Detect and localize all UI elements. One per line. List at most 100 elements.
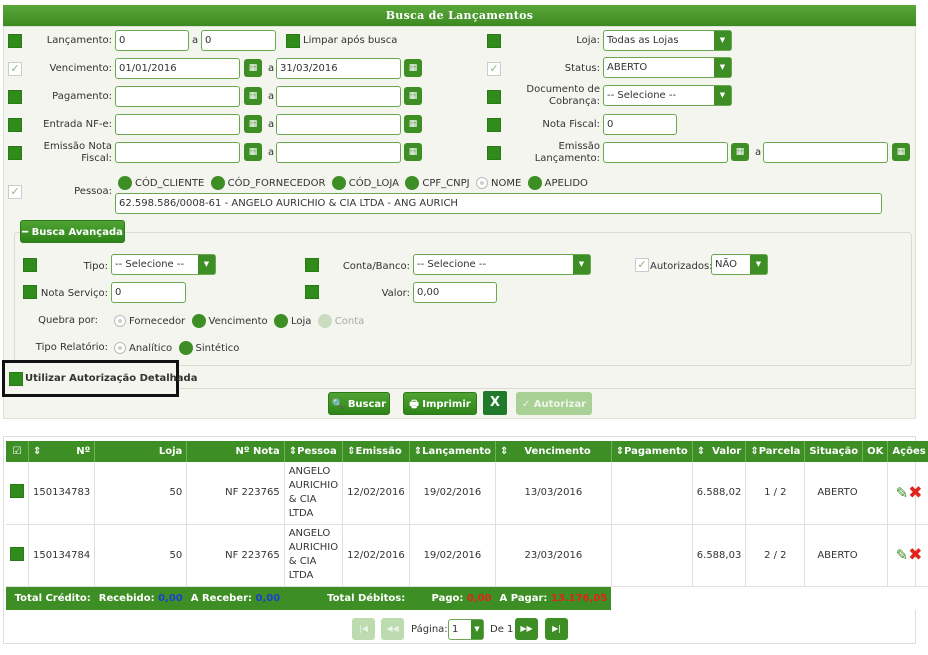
autorizacao-checkbox[interactable] (9, 372, 23, 386)
col-situacao[interactable]: Situação (804, 441, 864, 462)
quebra-radio-group: Fornecedor Vencimento Loja Conta (114, 314, 364, 329)
tipo-select[interactable]: -- Selecione -- ▼ (111, 254, 216, 275)
entrada-checkbox[interactable] (8, 118, 22, 132)
autorizados-select[interactable]: NÃO ▼ (711, 254, 768, 275)
cell-parcela: 2 / 2 (745, 524, 806, 587)
radio-nome[interactable]: NOME (475, 177, 521, 189)
radio-analitico[interactable]: Analítico (114, 342, 172, 354)
vencimento-to-input[interactable]: 31/03/2016 (276, 58, 401, 79)
calendar-icon[interactable]: ▦ (404, 115, 422, 133)
nota-servico-input[interactable]: 0 (111, 282, 186, 303)
pagamento-from-input[interactable] (115, 86, 240, 107)
emissao-nota-to-input[interactable] (276, 142, 401, 163)
col-parcela[interactable]: ⇕Parcela (745, 441, 806, 462)
limpar-checkbox[interactable] (286, 34, 300, 48)
excel-icon[interactable]: X (483, 391, 507, 415)
page-select[interactable]: 1 ▼ (448, 619, 484, 640)
calendar-icon[interactable]: ▦ (404, 87, 422, 105)
radio-apelido[interactable]: APELIDO (527, 176, 588, 190)
col-pessoa[interactable]: ⇕Pessoa (284, 441, 344, 462)
emissao-lanc-from-input[interactable] (603, 142, 728, 163)
autorizados-checkbox[interactable]: ✓ (635, 258, 649, 272)
col-pagamento[interactable]: ⇕Pagamento (611, 441, 693, 462)
calendar-icon[interactable]: ▦ (244, 143, 262, 161)
autorizar-button[interactable]: ✓ Autorizar (516, 392, 592, 415)
lancamento-from-input[interactable]: 0 (115, 30, 189, 51)
cell-valor: 6.588,03 (692, 524, 747, 587)
delete-icon[interactable]: ✖ (908, 483, 922, 503)
pessoa-checkbox[interactable]: ✓ (8, 185, 22, 199)
radio-conta[interactable]: Conta (317, 314, 364, 328)
nota-fiscal-input[interactable]: 0 (603, 114, 677, 135)
imprimir-button[interactable]: 🖶 Imprimir (403, 392, 477, 415)
conta-select[interactable]: -- Selecione -- ▼ (413, 254, 591, 275)
edit-icon[interactable]: ✎ (896, 484, 909, 502)
calendar-icon[interactable]: ▦ (244, 59, 262, 77)
col-loja[interactable]: Loja (94, 441, 188, 462)
prev-page-button[interactable]: ◀◀ (381, 618, 404, 640)
first-page-button[interactable]: |◀ (352, 618, 375, 640)
emissao-nota-checkbox[interactable] (8, 146, 22, 160)
nota-fiscal-checkbox[interactable] (487, 118, 501, 132)
calendar-icon[interactable]: ▦ (244, 115, 262, 133)
emissao-nota-from-input[interactable] (115, 142, 240, 163)
radio-cpf-cnpj[interactable]: CPF_CNPJ (405, 176, 470, 190)
radio-sintetico[interactable]: Sintético (178, 341, 239, 355)
col-lancamento[interactable]: ⇕Lançamento (409, 441, 497, 462)
radio-loja[interactable]: Loja (274, 314, 311, 328)
calendar-icon[interactable]: ▦ (244, 87, 262, 105)
calendar-icon[interactable]: ▦ (731, 143, 749, 161)
row-checkbox[interactable] (10, 484, 24, 499)
pagamento-to-input[interactable] (276, 86, 401, 107)
lancamento-to-input[interactable]: 0 (201, 30, 276, 51)
busca-avancada-toggle[interactable]: ━ Busca Avançada (20, 220, 125, 243)
last-page-button[interactable]: ▶| (545, 618, 568, 640)
radio-cod-cliente[interactable]: CÓD_CLIENTE (118, 176, 204, 190)
next-page-button[interactable]: ▶▶ (515, 618, 538, 640)
emissao-lanc-to-input[interactable] (763, 142, 888, 163)
entrada-from-input[interactable] (115, 114, 240, 135)
documento-select[interactable]: -- Selecione -- ▼ (603, 85, 732, 106)
radio-cod-fornecedor[interactable]: CÓD_FORNECEDOR (210, 176, 325, 190)
col-ok[interactable]: OK (862, 441, 889, 462)
valor-input[interactable]: 0,00 (413, 282, 497, 303)
calendar-icon[interactable]: ▦ (892, 143, 910, 161)
total-debitos-label: Total Débitos: (284, 586, 410, 610)
emissao-lanc-checkbox[interactable] (487, 146, 501, 160)
vencimento-sep: a (268, 63, 275, 74)
cell-vencimento: 13/03/2016 (495, 462, 612, 525)
pessoa-input[interactable]: 62.598.586/0008-61 - ANGELO AURICHIO & C… (115, 193, 882, 214)
edit-icon[interactable]: ✎ (896, 546, 909, 564)
conta-checkbox[interactable] (305, 258, 319, 272)
radio-vencimento[interactable]: Vencimento (191, 314, 268, 328)
loja-checkbox[interactable] (487, 34, 501, 48)
buscar-button[interactable]: 🔍 Buscar (328, 392, 390, 415)
col-numero[interactable]: ⇕ Nº (28, 441, 96, 462)
cell-pagamento (611, 462, 693, 525)
delete-icon[interactable]: ✖ (908, 545, 922, 565)
radio-fornecedor[interactable]: Fornecedor (114, 315, 185, 327)
nota-servico-checkbox[interactable] (23, 285, 37, 299)
status-select[interactable]: ABERTO ▼ (603, 57, 732, 78)
pagamento-checkbox[interactable] (8, 90, 22, 104)
calendar-icon[interactable]: ▦ (404, 143, 422, 161)
status-checkbox[interactable]: ✓ (487, 62, 501, 76)
col-vencimento[interactable]: ⇕ Vencimento (495, 441, 612, 462)
col-nota[interactable]: Nº Nota (186, 441, 285, 462)
radio-cod-loja[interactable]: CÓD_LOJA (331, 176, 399, 190)
calendar-icon[interactable]: ▦ (404, 59, 422, 77)
documento-checkbox[interactable] (487, 90, 501, 104)
col-emissao[interactable]: ⇕Emissão (342, 441, 410, 462)
row-checkbox[interactable] (10, 546, 24, 561)
valor-checkbox[interactable] (305, 285, 319, 299)
col-valor[interactable]: ⇕ Valor (692, 441, 747, 462)
vencimento-checkbox[interactable]: ✓ (8, 62, 22, 76)
valor-label: Valor: (381, 288, 410, 299)
tipo-checkbox[interactable] (23, 258, 37, 272)
vencimento-from-input[interactable]: 01/01/2016 (115, 58, 240, 79)
entrada-to-input[interactable] (276, 114, 401, 135)
loja-select[interactable]: Todas as Lojas ▼ (603, 30, 732, 51)
chevron-down-icon: ▼ (714, 58, 731, 77)
select-all-icon[interactable]: ☑ (6, 441, 29, 462)
lancamento-checkbox[interactable] (8, 34, 22, 48)
